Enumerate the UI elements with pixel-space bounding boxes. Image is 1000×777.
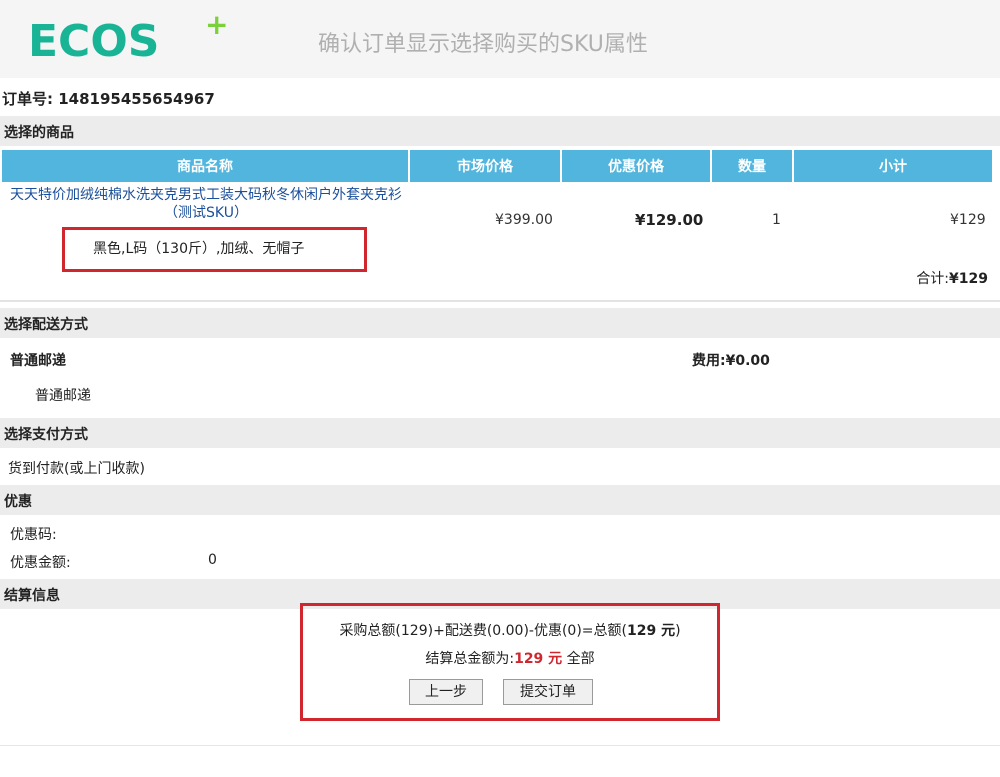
col-header-name: 商品名称 bbox=[2, 150, 410, 182]
ecos-logo: ECOS bbox=[28, 16, 159, 64]
divider bbox=[0, 300, 1000, 302]
col-header-subtotal: 小计 bbox=[793, 150, 992, 182]
order-number-value: 148195455654967 bbox=[58, 90, 215, 108]
settlement-formula-text: 采购总额(129)+配送费(0.00)-优惠(0)=总额( bbox=[339, 623, 627, 639]
section-discount: 优惠 bbox=[0, 485, 1000, 515]
bottom-divider bbox=[0, 745, 1000, 746]
header-bar: ECOS + 确认订单显示选择购买的SKU属性 bbox=[0, 0, 1000, 78]
section-payment: 选择支付方式 bbox=[0, 418, 1000, 448]
coupon-amount-label: 优惠金额: bbox=[10, 555, 71, 571]
coupon-code-label: 优惠码: bbox=[10, 527, 57, 543]
settlement-total-label: 结算总金额为: bbox=[425, 651, 515, 667]
order-number: 订单号: 148195455654967 bbox=[2, 88, 215, 109]
product-name-link[interactable]: 天天特价加绒纯棉水洗夹克男式工装大码秋冬休闲户外套夹克衫（测试SKU） bbox=[6, 186, 406, 222]
section-discount-title: 优惠 bbox=[4, 494, 32, 510]
section-shipping-title: 选择配送方式 bbox=[4, 317, 88, 333]
col-header-market-price: 市场价格 bbox=[409, 150, 562, 182]
discount-price: ¥129.00 bbox=[635, 211, 704, 229]
submit-order-button[interactable]: 提交订单 bbox=[503, 679, 593, 705]
col-header-qty: 数量 bbox=[711, 150, 794, 182]
settlement-total: 结算总金额为:129 元 全部 bbox=[0, 648, 1000, 668]
shipping-fee: 费用:¥0.00 bbox=[692, 350, 770, 370]
section-payment-title: 选择支付方式 bbox=[4, 427, 88, 443]
page-title: 确认订单显示选择购买的SKU属性 bbox=[318, 32, 648, 57]
section-goods-title: 选择的商品 bbox=[4, 125, 74, 141]
shipping-method-name: 普通邮递 bbox=[10, 353, 66, 369]
quantity: 1 bbox=[772, 212, 781, 228]
logo-plus-icon: + bbox=[205, 8, 229, 41]
shipping-fee-value: ¥0.00 bbox=[725, 353, 770, 369]
settlement-total-value: 129 元 bbox=[514, 651, 563, 667]
shipping-method-option: 普通邮递 bbox=[35, 388, 91, 404]
col-header-discount-price: 优惠价格 bbox=[561, 150, 712, 182]
shipping-fee-label: 费用: bbox=[692, 353, 726, 369]
sku-attributes: 黑色,L码（130斤）,加绒、无帽子 bbox=[93, 241, 305, 257]
market-price: ¥399.00 bbox=[495, 212, 553, 228]
goods-total: 合计:¥129 bbox=[916, 268, 988, 288]
section-settlement-title: 结算信息 bbox=[4, 588, 60, 604]
goods-table: 商品名称 市场价格 优惠价格 数量 小计 bbox=[2, 150, 992, 182]
section-shipping: 选择配送方式 bbox=[0, 308, 1000, 338]
section-goods: 选择的商品 bbox=[0, 116, 1000, 146]
settlement-formula-end: ) bbox=[675, 623, 681, 639]
settlement-formula-total: 129 元 bbox=[626, 623, 676, 639]
prev-step-button[interactable]: 上一步 bbox=[409, 679, 483, 705]
logo-text: ECOS bbox=[28, 16, 159, 64]
order-number-label: 订单号: bbox=[2, 90, 53, 108]
payment-method: 货到付款(或上门收款) bbox=[8, 461, 145, 477]
settlement-total-suffix: 全部 bbox=[562, 651, 595, 667]
goods-total-label: 合计: bbox=[916, 271, 950, 287]
goods-total-value: ¥129 bbox=[949, 271, 988, 287]
subtotal: ¥129 bbox=[950, 212, 986, 228]
coupon-amount-value: 0 bbox=[208, 552, 217, 568]
settlement-formula: 采购总额(129)+配送费(0.00)-优惠(0)=总额(129 元) bbox=[0, 620, 1000, 640]
